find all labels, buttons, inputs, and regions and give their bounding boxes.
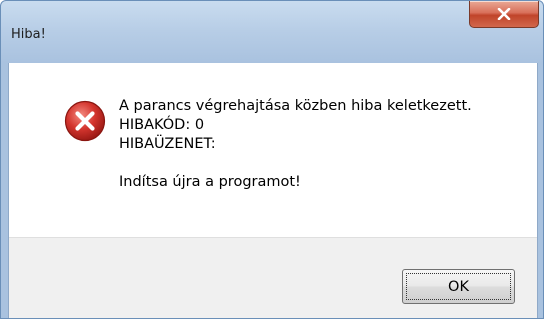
message-line: A parancs végrehajtása közben hiba kelet…: [119, 98, 472, 114]
ok-button[interactable]: OK: [402, 269, 515, 304]
message-line: [119, 154, 472, 173]
window-title: Hiba!: [11, 27, 46, 42]
title-bar[interactable]: Hiba!: [1, 1, 543, 63]
dialog-footer: OK: [9, 237, 537, 318]
close-button[interactable]: [469, 1, 539, 28]
close-icon: [497, 8, 511, 20]
message-line: HIBAÜZENET:: [119, 136, 216, 152]
dialog-content: A parancs végrehajtása közben hiba kelet…: [9, 63, 537, 237]
ok-button-label: OK: [448, 278, 469, 295]
dialog-client-area: A parancs végrehajtása közben hiba kelet…: [8, 63, 538, 318]
error-message: A parancs végrehajtása közben hiba kelet…: [119, 97, 472, 192]
dialog-window: Hiba! A parancs végrehajtása közben hiba…: [0, 0, 544, 319]
message-line: Indítsa újra a programot!: [119, 174, 301, 190]
error-icon: [64, 100, 106, 142]
message-line: HIBAKÓD: 0: [119, 117, 205, 133]
